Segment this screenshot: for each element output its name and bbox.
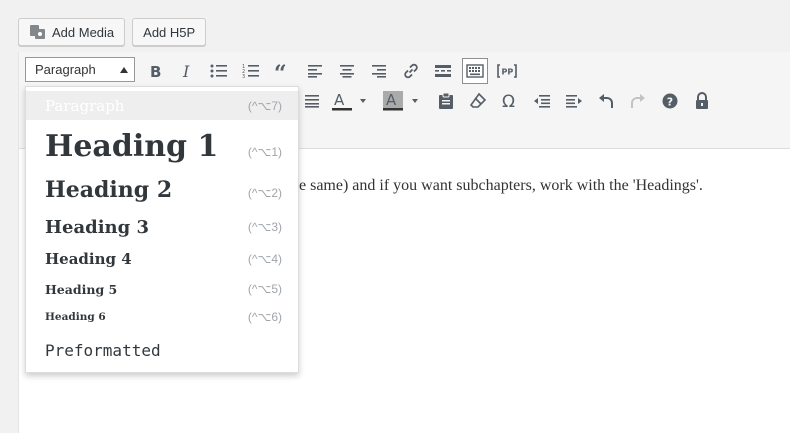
lock-button[interactable] (689, 88, 715, 114)
text-color-button[interactable]: A (331, 88, 373, 114)
format-option-shortcut: (^⌥4) (247, 252, 282, 266)
outdent-icon (534, 95, 550, 108)
blockquote-icon: “ (274, 63, 287, 79)
svg-text:?: ? (667, 96, 673, 109)
format-option-label: Heading 2 (45, 177, 173, 203)
outdent-button[interactable] (529, 88, 555, 114)
read-more-button[interactable] (430, 58, 456, 84)
background-color-icon: A (383, 91, 418, 111)
caret-up-icon (120, 67, 128, 73)
add-media-label: Add Media (52, 24, 115, 40)
format-option-shortcut: (^⌥7) (247, 98, 282, 113)
add-media-button[interactable]: Add Media (18, 18, 126, 46)
toolbar-toggle-button[interactable] (462, 58, 488, 84)
italic-icon: I (182, 63, 190, 79)
svg-text:Ω: Ω (502, 92, 515, 110)
svg-text:I: I (182, 63, 190, 79)
align-right-button[interactable] (366, 58, 392, 84)
justify-button[interactable] (299, 88, 325, 114)
link-icon (404, 63, 418, 79)
format-option-heading-1[interactable]: Heading 1 (^⌥1) (26, 123, 298, 169)
clipboard-icon (439, 92, 453, 109)
svg-text:“: “ (274, 63, 287, 79)
format-option-shortcut: (^⌥1) (247, 145, 282, 159)
background-color-button[interactable]: A (382, 88, 424, 114)
add-h5p-label: Add H5P (143, 24, 196, 40)
pagebreak-button[interactable]: PP (494, 58, 520, 84)
justify-icon (305, 95, 319, 108)
text-color-icon: A (332, 91, 366, 111)
redo-button[interactable] (625, 88, 651, 114)
undo-button[interactable] (593, 88, 619, 114)
clear-formatting-button[interactable] (465, 88, 491, 114)
format-option-shortcut: (^⌥6) (247, 310, 282, 324)
format-option-label: Preformatted (45, 340, 161, 360)
eraser-icon (469, 92, 487, 108)
special-character-button[interactable]: Ω (497, 88, 523, 114)
media-icon (29, 23, 47, 41)
help-icon: ? (662, 93, 678, 109)
format-option-heading-6[interactable]: Heading 6 (^⌥6) (26, 307, 298, 327)
format-option-shortcut: (^⌥5) (247, 282, 282, 296)
format-option-label: Heading 4 (45, 250, 132, 268)
bullet-list-icon (210, 64, 227, 78)
align-center-icon (340, 65, 354, 78)
add-h5p-button[interactable]: Add H5P (132, 18, 207, 46)
blockquote-button[interactable]: “ (270, 58, 296, 84)
svg-text:A: A (386, 91, 397, 109)
align-center-button[interactable] (334, 58, 360, 84)
media-buttons: Add Media Add H5P (18, 18, 207, 46)
bold-icon: B (150, 63, 161, 79)
keyboard-shortcuts-button[interactable]: ? (657, 88, 683, 114)
format-option-heading-2[interactable]: Heading 2 (^⌥2) (26, 173, 298, 207)
insert-link-button[interactable] (398, 58, 424, 84)
format-option-label: Heading 3 (45, 216, 150, 238)
svg-text:A: A (334, 91, 345, 109)
align-right-icon (372, 65, 386, 78)
format-option-label: Heading 1 (45, 128, 219, 164)
paste-text-button[interactable] (433, 88, 459, 114)
format-option-paragraph[interactable]: Paragraph (^⌥7) (26, 91, 298, 120)
italic-button[interactable]: I (174, 58, 200, 84)
format-option-label: Heading 6 (45, 311, 106, 323)
align-left-button[interactable] (302, 58, 328, 84)
undo-icon (599, 94, 613, 108)
indent-icon (566, 95, 582, 108)
format-option-shortcut: (^⌥3) (247, 220, 282, 234)
align-left-icon (308, 65, 322, 78)
format-option-heading-3[interactable]: Heading 3 (^⌥3) (26, 213, 298, 241)
svg-text:3: 3 (242, 74, 245, 79)
bullet-list-button[interactable] (206, 58, 232, 84)
lock-icon (696, 92, 708, 109)
format-option-shortcut: (^⌥2) (247, 186, 282, 200)
format-option-label: Paragraph (45, 96, 125, 115)
format-dropdown-menu: Paragraph (^⌥7) Heading 1 (^⌥1) Heading … (25, 86, 299, 373)
format-option-label: Heading 5 (45, 281, 118, 297)
content-paragraph: e same) and if you want subchapters, wor… (299, 177, 703, 194)
svg-text:B: B (150, 63, 161, 79)
bold-button[interactable]: B (142, 58, 168, 84)
format-select-value: Paragraph (35, 62, 96, 77)
format-option-heading-4[interactable]: Heading 4 (^⌥4) (26, 247, 298, 271)
omega-icon: Ω (502, 92, 515, 110)
pagebreak-icon: PP (497, 64, 517, 78)
read-more-icon (435, 65, 451, 77)
format-select[interactable]: Paragraph (25, 57, 135, 82)
format-option-heading-5[interactable]: Heading 5 (^⌥5) (26, 278, 298, 300)
numbered-list-icon: 123 (242, 64, 259, 79)
format-option-preformatted[interactable]: Preformatted (26, 337, 298, 363)
keyboard-icon (466, 64, 484, 78)
numbered-list-button[interactable]: 123 (238, 58, 264, 84)
svg-text:PP: PP (502, 68, 514, 77)
redo-icon (631, 94, 645, 108)
indent-button[interactable] (561, 88, 587, 114)
